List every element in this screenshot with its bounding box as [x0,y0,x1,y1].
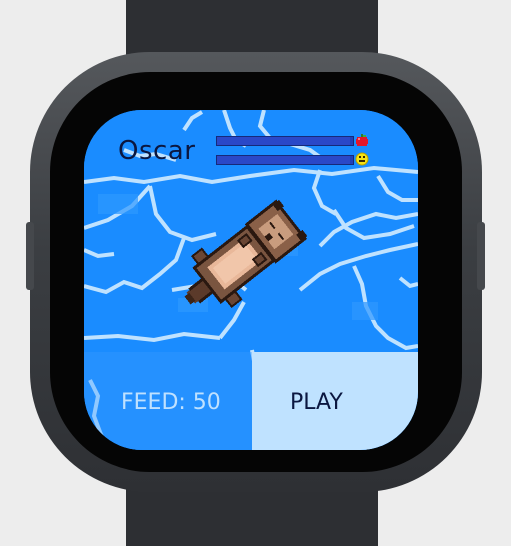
feed-button-label: FEED: 50 [121,390,221,415]
mood-meter-fill [217,156,351,164]
watch-side-button-left[interactable] [26,222,34,290]
food-meter-fill [217,137,351,145]
food-meter [216,136,354,146]
apple-icon [356,134,368,146]
pet-name: Oscar [118,136,196,166]
play-button[interactable]: PLAY [252,352,418,450]
play-button-label: PLAY [290,390,343,415]
mood-meter [216,155,354,165]
feed-button[interactable]: FEED: 50 [84,352,252,450]
watch-frame: Oscar FEED: 50 PLAY [0,0,511,546]
smiley-icon [355,152,369,166]
watch-side-button-right[interactable] [477,222,485,290]
otter-sprite[interactable] [174,194,314,324]
game-screen: Oscar FEED: 50 PLAY [84,110,418,450]
